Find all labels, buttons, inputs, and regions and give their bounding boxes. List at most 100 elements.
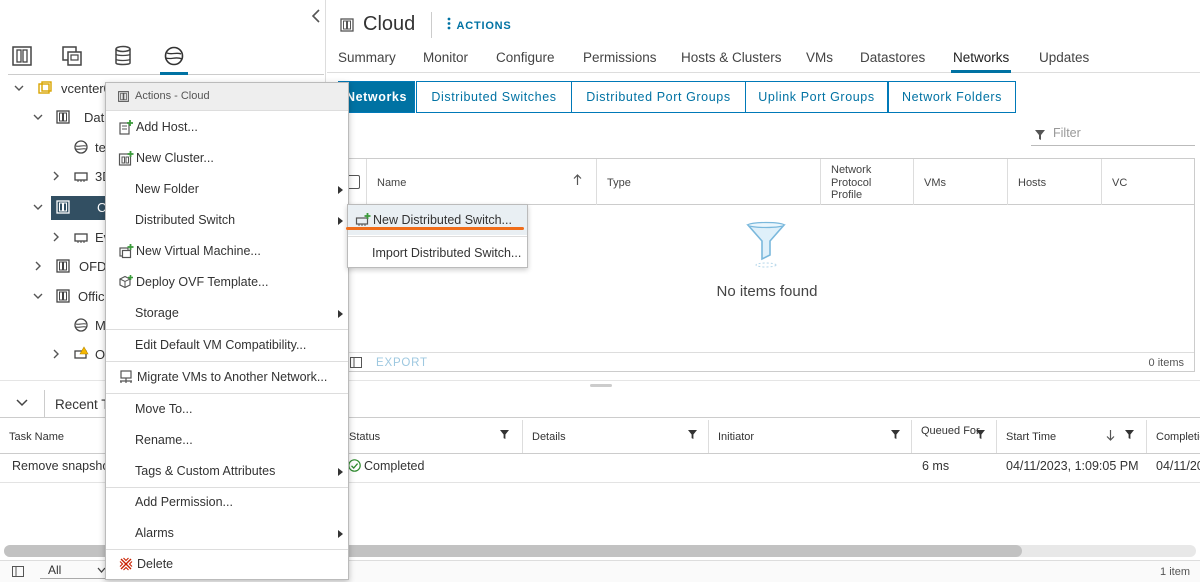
column-header-hosts[interactable]: Hosts	[1007, 159, 1101, 205]
tab-monitor[interactable]: Monitor	[423, 50, 468, 65]
menu-item-new-distributed-switch[interactable]: New Distributed Switch...	[348, 205, 527, 235]
filter-icon[interactable]	[891, 430, 900, 439]
vertical-ellipsis-icon	[447, 17, 453, 30]
filter-input[interactable]	[1053, 126, 1193, 140]
column-label: Name	[377, 177, 407, 189]
hosts-clusters-view-icon[interactable]	[10, 44, 36, 70]
chevron-down-icon[interactable]	[33, 202, 43, 212]
column-label: Start Time	[1006, 431, 1057, 443]
menu-item-migrate-vms[interactable]: Migrate VMs to Another Network...	[106, 362, 348, 392]
networking-view-icon[interactable]	[162, 44, 188, 70]
column-toggle-icon[interactable]	[350, 357, 362, 368]
column-header-vc[interactable]: VC	[1101, 159, 1194, 205]
tab-vms[interactable]: VMs	[806, 50, 833, 65]
select-value: All	[48, 563, 62, 577]
chevron-right-icon[interactable]	[51, 171, 61, 181]
column-header-type[interactable]: Type	[596, 159, 820, 205]
subtab-uplink-port-groups[interactable]: Uplink Port Groups	[745, 81, 888, 113]
sort-ascending-icon[interactable]	[573, 174, 582, 186]
chevron-right-icon[interactable]	[33, 261, 43, 271]
tab-datastores[interactable]: Datastores	[860, 50, 925, 65]
distributed-switch-icon	[73, 168, 89, 184]
tab-networks[interactable]: Networks	[953, 50, 1009, 65]
column-header-status[interactable]: Status	[339, 420, 522, 454]
column-header-network-protocol-profile[interactable]: Network Protocol Profile	[820, 159, 913, 205]
tab-recent-tasks[interactable]: Recent Tasks	[44, 390, 114, 418]
title-divider	[431, 12, 432, 38]
menu-item-new-virtual-machine[interactable]: New Virtual Machine...	[106, 236, 348, 266]
deploy-ovf-icon	[118, 274, 134, 290]
tree-item-label: vcenter0	[61, 81, 111, 96]
menu-item-label: Migrate VMs to Another Network...	[137, 370, 328, 384]
filter-icon[interactable]	[688, 430, 697, 439]
chevron-down-icon[interactable]	[16, 398, 28, 408]
tab-summary[interactable]: Summary	[338, 50, 396, 65]
menu-item-deploy-ovf[interactable]: Deploy OVF Template...	[106, 267, 348, 297]
menu-item-new-folder[interactable]: New Folder	[106, 174, 348, 204]
column-header-name[interactable]: Name	[366, 159, 596, 205]
subtab-network-folders[interactable]: Network Folders	[888, 81, 1016, 113]
column-header-task-name[interactable]: Task Name	[0, 420, 104, 454]
subtab-distributed-port-groups[interactable]: Distributed Port Groups	[571, 81, 746, 113]
column-header-start-time[interactable]: Start Time	[996, 420, 1146, 454]
task-filter-select[interactable]: All	[40, 563, 106, 579]
menu-item-move-to[interactable]: Move To...	[106, 394, 348, 424]
items-count: 0 items	[1148, 357, 1184, 369]
tasks-count: 1 item	[1160, 566, 1190, 578]
menu-item-label: Storage	[135, 306, 179, 320]
datacenter-icon	[117, 90, 130, 103]
menu-item-new-cluster[interactable]: New Cluster...	[106, 143, 348, 173]
menu-item-label: Add Host...	[136, 120, 198, 134]
filter-field	[1031, 124, 1195, 146]
menu-item-add-host[interactable]: Add Host...	[106, 112, 348, 142]
tab-configure[interactable]: Configure	[496, 50, 555, 65]
filter-icon[interactable]	[976, 430, 985, 439]
vcenter-icon	[37, 80, 53, 96]
chevron-right-icon[interactable]	[51, 232, 61, 242]
column-header-vms[interactable]: VMs	[913, 159, 1007, 205]
menu-item-edit-default-vm-compatibility[interactable]: Edit Default VM Compatibility...	[106, 330, 348, 360]
column-header-details[interactable]: Details	[522, 420, 708, 454]
splitter-grip[interactable]	[590, 384, 612, 387]
export-button[interactable]: EXPORT	[376, 357, 428, 369]
chevron-down-icon[interactable]	[33, 291, 43, 301]
column-header-initiator[interactable]: Initiator	[708, 420, 911, 454]
collapse-navigator-icon[interactable]	[311, 9, 321, 23]
column-toggle-icon[interactable]	[12, 566, 24, 577]
subtab-distributed-switches[interactable]: Distributed Switches	[416, 81, 572, 113]
subtab-networks[interactable]: Networks	[338, 81, 415, 113]
filter-icon[interactable]	[500, 430, 509, 439]
storage-view-icon[interactable]	[111, 44, 137, 70]
chevron-right-icon[interactable]	[51, 349, 61, 359]
menu-item-label: Add Permission...	[135, 495, 233, 509]
submenu-arrow-icon	[338, 217, 343, 225]
menu-item-label: Move To...	[135, 402, 193, 416]
chevron-down-icon[interactable]	[33, 112, 43, 122]
filter-icon[interactable]	[1125, 430, 1134, 439]
column-label: VMs	[924, 177, 946, 189]
vms-templates-view-icon[interactable]	[60, 44, 86, 70]
column-label: Network Protocol Profile	[831, 164, 872, 201]
tab-permissions[interactable]: Permissions	[583, 50, 657, 65]
menu-item-tags-custom-attributes[interactable]: Tags & Custom Attributes	[106, 456, 348, 486]
warning-switch-icon	[73, 346, 89, 362]
menu-item-add-permission[interactable]: Add Permission...	[106, 487, 348, 517]
menu-item-storage[interactable]: Storage	[106, 298, 348, 328]
menu-item-import-distributed-switch[interactable]: Import Distributed Switch...	[348, 237, 527, 267]
chevron-down-icon[interactable]	[14, 83, 24, 93]
menu-item-delete[interactable]: Delete	[106, 549, 348, 579]
menu-item-alarms[interactable]: Alarms	[106, 518, 348, 548]
column-header-queued-for[interactable]: Queued For	[911, 420, 996, 454]
tab-hosts-clusters[interactable]: Hosts & Clusters	[681, 50, 782, 65]
tab-updates[interactable]: Updates	[1039, 50, 1089, 65]
menu-item-distributed-switch[interactable]: Distributed Switch	[106, 205, 348, 235]
menu-item-label: New Distributed Switch...	[373, 213, 512, 227]
menu-item-rename[interactable]: Rename...	[106, 425, 348, 455]
actions-label: ACTIONS	[456, 20, 512, 32]
sort-descending-icon[interactable]	[1106, 429, 1115, 441]
column-header-completion[interactable]: Completion	[1146, 420, 1200, 454]
distributed-switch-submenu: New Distributed Switch... Import Distrib…	[347, 204, 528, 268]
status-text: Completed	[364, 459, 425, 473]
actions-button[interactable]: ACTIONS	[447, 17, 512, 32]
task-status-cell: Completed	[348, 459, 424, 473]
